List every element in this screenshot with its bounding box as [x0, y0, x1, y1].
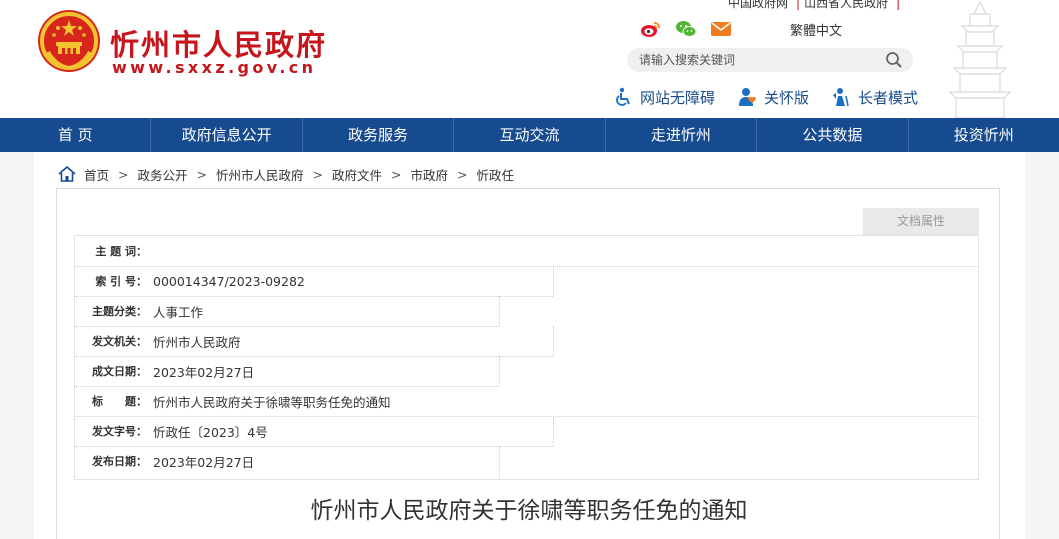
care-mode-link[interactable]: 关怀版 — [738, 86, 809, 108]
top-link-province[interactable]: 山西省人民政府 — [804, 0, 888, 10]
document-card: 文档属性 主 题 词： 索 引 号： 000014347/2023-09282 — [56, 188, 1000, 539]
top-links: 中国政府网 | 山西省人民政府 | — [728, 0, 904, 11]
breadcrumb-separator: > — [196, 166, 207, 182]
breadcrumb-city[interactable]: 市政府 — [411, 165, 449, 184]
meta-value: 人事工作 — [153, 304, 204, 320]
meta-row-index: 索 引 号： 000014347/2023-09282 — [75, 266, 305, 296]
weibo-icon[interactable] — [640, 20, 662, 38]
meta-row-keywords: 主 题 词： — [75, 236, 153, 266]
cell-divider — [499, 356, 500, 386]
meta-value: 忻州市人民政府 — [153, 334, 241, 350]
breadcrumb-current[interactable]: 忻政任 — [477, 165, 515, 184]
breadcrumb-separator: > — [118, 166, 129, 182]
national-emblem-icon — [38, 10, 100, 72]
cell-divider — [499, 446, 500, 480]
breadcrumb-gov-affairs[interactable]: 政务公开 — [138, 165, 188, 184]
meta-key: 索 引 号： — [95, 275, 147, 288]
nav-home[interactable]: 首 页 — [0, 118, 152, 152]
breadcrumb-home[interactable]: 首页 — [84, 165, 109, 184]
meta-key: 标 题： — [92, 395, 147, 408]
meta-row-issuer: 发文机关： 忻州市人民政府 — [75, 326, 241, 356]
meta-key: 发布日期： — [92, 455, 147, 468]
nav-gov-info[interactable]: 政府信息公开 — [151, 118, 303, 152]
document-title: 忻州市人民政府关于徐啸等职务任免的通知 — [310, 498, 748, 524]
site-url[interactable]: www.sxxz.gov.cn — [112, 58, 316, 77]
mail-icon[interactable] — [710, 20, 732, 38]
main-content: 首页 > 政务公开 > 忻州市人民政府 > 政府文件 > 市政府 > 忻政任 文… — [34, 152, 1025, 539]
meta-row-publish-date: 发布日期： 2023年02月27日 — [75, 446, 254, 476]
meta-row-doc-number: 发文字号： 忻政任〔2023〕4号 — [75, 416, 268, 446]
accessibility-label: 网站无障碍 — [640, 88, 716, 107]
wheelchair-icon — [616, 87, 630, 106]
search-icon[interactable] — [885, 51, 903, 69]
top-link-separator: | — [796, 0, 801, 10]
care-mode-label: 关怀版 — [764, 88, 810, 107]
breadcrumb-gov-docs[interactable]: 政府文件 — [332, 165, 382, 184]
breadcrumb-separator: > — [457, 166, 468, 182]
site-header: 忻州市人民政府 www.sxxz.gov.cn 中国政府网 | 山西省人民政府 | 繁… — [0, 0, 1059, 118]
wechat-icon[interactable] — [675, 20, 697, 38]
cell-divider — [553, 416, 554, 446]
top-link-gov[interactable]: 中国政府网 — [728, 0, 788, 10]
nav-about-xinzhou[interactable]: 走进忻州 — [606, 118, 758, 152]
elder-icon — [833, 88, 849, 107]
meta-value: 2023年02月27日 — [153, 364, 255, 380]
nav-public-data[interactable]: 公共数据 — [757, 118, 909, 152]
meta-key: 发文机关： — [92, 335, 147, 348]
top-link-separator: | — [896, 0, 901, 10]
breadcrumb-city-gov[interactable]: 忻州市人民政府 — [216, 165, 304, 184]
breadcrumb-separator: > — [391, 166, 402, 182]
elder-mode-label: 长者模式 — [858, 88, 919, 107]
pagoda-illustration-icon — [948, 0, 1012, 118]
meta-key: 成文日期： — [92, 365, 147, 378]
meta-key: 主题分类： — [92, 305, 147, 318]
breadcrumb-separator: > — [312, 166, 323, 182]
meta-key: 主 题 词： — [95, 245, 147, 258]
search-box — [627, 48, 913, 72]
elder-mode-link[interactable]: 长者模式 — [830, 86, 918, 108]
nav-interaction[interactable]: 互动交流 — [454, 118, 606, 152]
cell-divider — [553, 266, 554, 296]
home-icon[interactable] — [58, 166, 76, 182]
care-icon — [739, 88, 756, 106]
search-input[interactable] — [639, 51, 879, 69]
meta-value: 忻政任〔2023〕4号 — [153, 424, 268, 440]
cell-divider — [553, 326, 554, 356]
cell-divider — [499, 296, 500, 326]
meta-row-category: 主题分类： 人事工作 — [75, 296, 203, 326]
breadcrumb: 首页 > 政务公开 > 忻州市人民政府 > 政府文件 > 市政府 > 忻政任 — [58, 164, 514, 184]
doc-meta-table: 主 题 词： 索 引 号： 000014347/2023-09282 主题分类：… — [74, 235, 979, 480]
meta-row-written-date: 成文日期： 2023年02月27日 — [75, 356, 254, 386]
meta-value: 000014347/2023-09282 — [153, 273, 305, 289]
lang-switch[interactable]: 繁體中文 — [790, 20, 842, 39]
meta-key: 发文字号： — [92, 425, 147, 438]
doc-attributes-tab[interactable]: 文档属性 — [863, 208, 979, 235]
accessibility-link[interactable]: 网站无障碍 — [614, 86, 715, 108]
meta-row-title: 标 题： 忻州市人民政府关于徐啸等职务任免的通知 — [75, 386, 391, 416]
meta-value: 2023年02月27日 — [153, 454, 255, 470]
nav-invest[interactable]: 投资忻州 — [909, 118, 1059, 152]
main-nav: 首 页 政府信息公开 政务服务 互动交流 走进忻州 公共数据 投资忻州 — [0, 118, 1059, 152]
meta-value: 忻州市人民政府关于徐啸等职务任免的通知 — [153, 394, 391, 410]
nav-services[interactable]: 政务服务 — [303, 118, 455, 152]
